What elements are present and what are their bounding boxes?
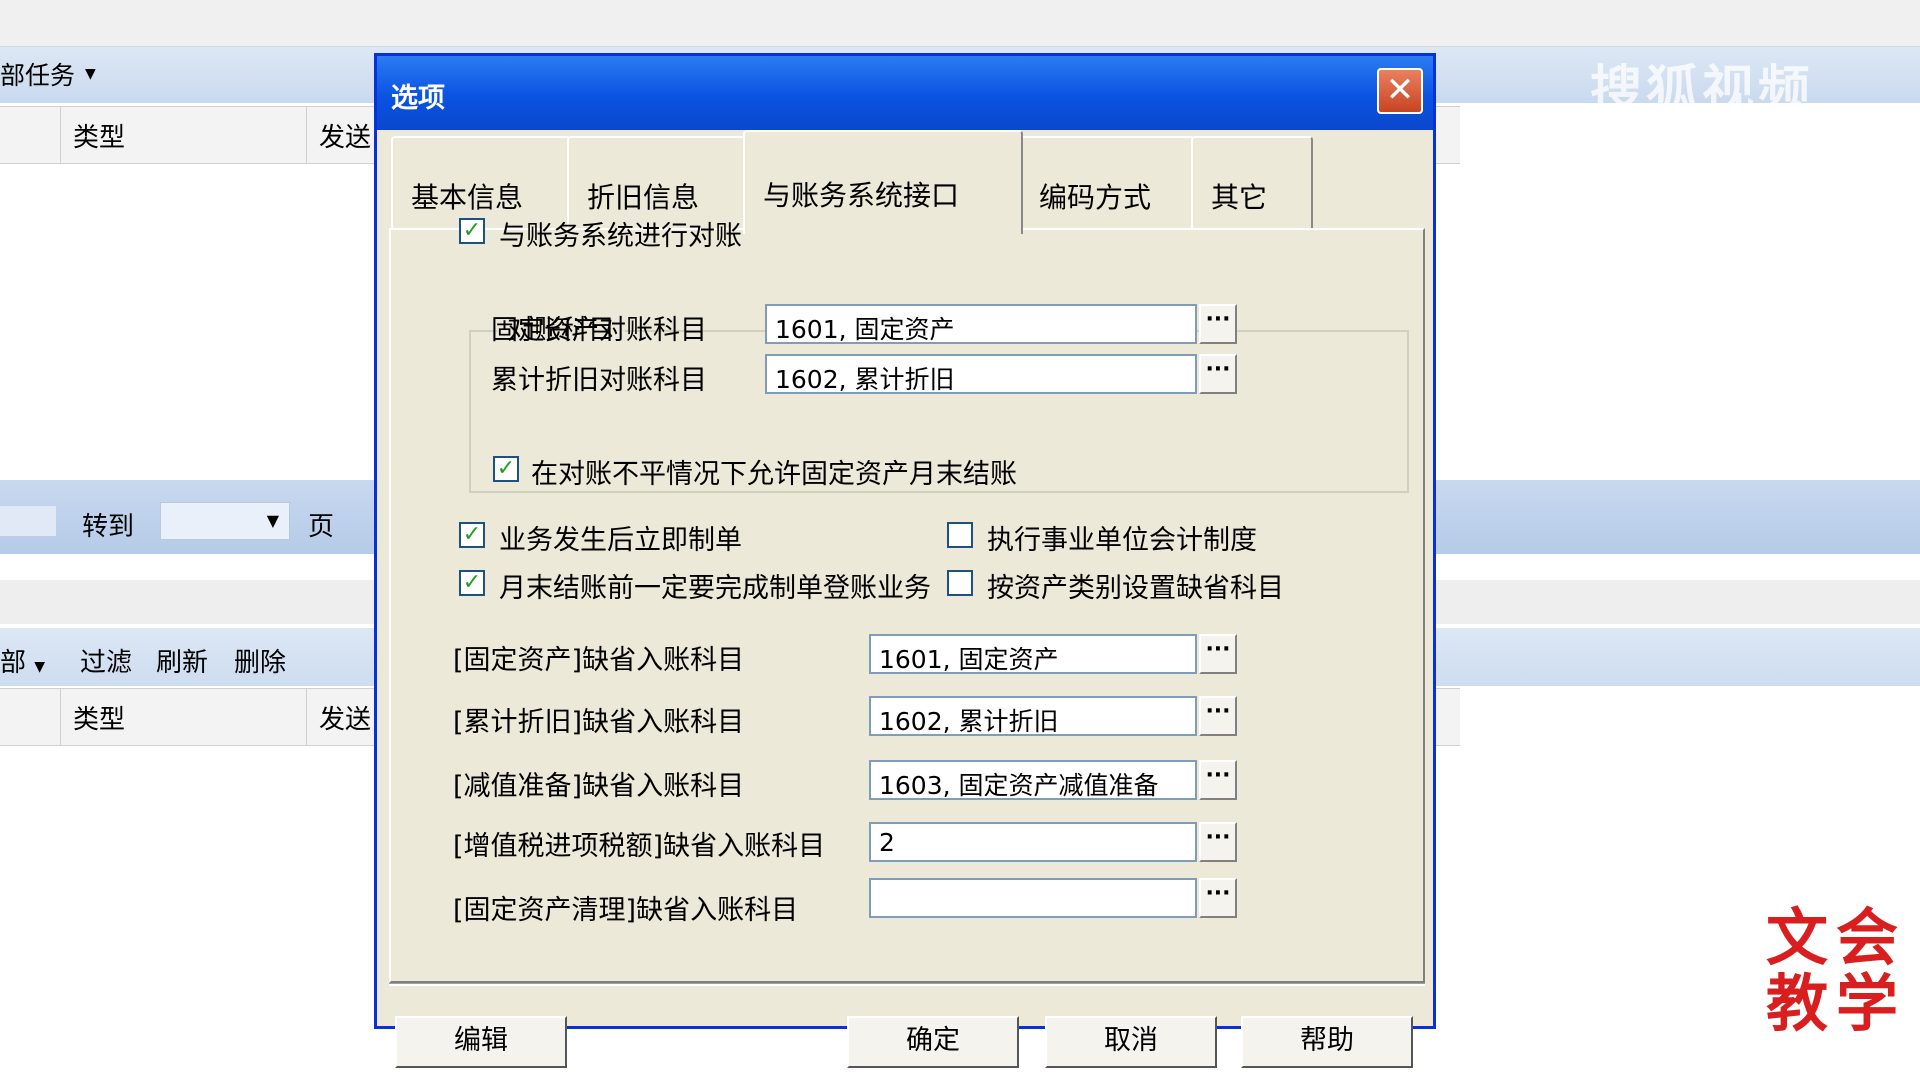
by-category-label: 按资产类别设置缺省科目 — [987, 573, 1284, 604]
month-end-label: 月末结账前一定要完成制单登账业务 — [499, 573, 931, 604]
default-impairment-field[interactable]: 1603, 固定资产减值准备 — [869, 760, 1197, 800]
reconcile-checkbox[interactable]: ✓ — [459, 218, 485, 244]
tab-other[interactable]: 其它 — [1191, 136, 1313, 228]
default-depreciation-field[interactable]: 1602, 累计折旧 — [869, 696, 1197, 736]
default-disposal-field[interactable] — [869, 878, 1197, 918]
all-dropdown[interactable]: 部 ▼ — [0, 642, 45, 679]
goto-label: 转到 — [82, 512, 135, 542]
immediate-voucher-checkbox[interactable]: ✓ — [459, 522, 485, 548]
close-button[interactable]: ✕ — [1377, 68, 1423, 114]
default-impairment-browse-button[interactable]: ··· — [1199, 760, 1237, 800]
delete-button[interactable]: 删除 — [234, 642, 286, 679]
task-dropdown[interactable]: 部任务 ▼ — [0, 56, 96, 92]
help-button[interactable]: 帮助 — [1241, 1016, 1413, 1068]
page-label: 页 — [308, 512, 335, 542]
allow-close-checkbox[interactable]: ✓ — [493, 456, 519, 482]
public-institution-checkbox[interactable] — [947, 522, 973, 548]
close-icon: ✕ — [1385, 70, 1415, 110]
allow-close-label: 在对账不平情况下允许固定资产月末结账 — [531, 459, 1017, 490]
page-select[interactable]: ▼ — [160, 502, 290, 540]
refresh-button[interactable]: 刷新 — [156, 642, 208, 679]
fixed-asset-subject-browse-button[interactable]: ··· — [1199, 304, 1237, 344]
options-dialog: 选项 ✕ 基本信息 折旧信息 与账务系统接口 编码方式 其它 ✓ 与账务系统进行… — [374, 53, 1436, 1068]
default-disposal-label: [固定资产清理]缺省入账科目 — [453, 895, 799, 926]
depreciation-subject-field[interactable]: 1602, 累计折旧 — [765, 354, 1197, 394]
immediate-voucher-label: 业务发生后立即制单 — [499, 525, 742, 556]
watermark: 搜狐视频 — [1590, 61, 1815, 121]
column-header-type[interactable]: 类型 — [60, 107, 306, 163]
chevron-down-icon: ▼ — [85, 66, 96, 82]
column-header-type[interactable]: 类型 — [60, 689, 306, 745]
default-vat-input-browse-button[interactable]: ··· — [1199, 822, 1237, 862]
app-top-bar — [0, 0, 1920, 47]
default-fixed-asset-label: [固定资产]缺省入账科目 — [453, 645, 745, 676]
task-dropdown-label: 部任务 — [0, 61, 76, 90]
logo-char: 教 — [1765, 967, 1828, 1040]
month-end-checkbox[interactable]: ✓ — [459, 570, 485, 596]
chevron-down-icon: ▼ — [266, 511, 279, 530]
button-separator — [389, 983, 1425, 986]
fixed-asset-subject-field[interactable]: 1601, 固定资产 — [765, 304, 1197, 344]
tab-coding-method[interactable]: 编码方式 — [1019, 136, 1195, 228]
logo-char: 会 — [1835, 901, 1898, 974]
default-disposal-browse-button[interactable]: ··· — [1199, 878, 1237, 918]
chevron-down-icon: ▼ — [34, 659, 46, 675]
default-depreciation-label: [累计折旧]缺省入账科目 — [453, 707, 745, 738]
default-vat-input-label: [增值税进项税额]缺省入账科目 — [453, 831, 826, 862]
default-vat-input-field[interactable]: 2 — [869, 822, 1197, 862]
dialog-titlebar[interactable]: 选项 ✕ — [377, 56, 1433, 130]
logo-char: 文 — [1765, 901, 1828, 974]
depreciation-subject-browse-button[interactable]: ··· — [1199, 354, 1237, 394]
brand-logo: 文 会 教 学 — [1762, 905, 1902, 1037]
cancel-button[interactable]: 取消 — [1045, 1016, 1217, 1068]
reconcile-label: 与账务系统进行对账 — [499, 221, 742, 252]
default-depreciation-browse-button[interactable]: ··· — [1199, 696, 1237, 736]
filter-button[interactable]: 过滤 — [80, 642, 132, 679]
default-fixed-asset-browse-button[interactable]: ··· — [1199, 634, 1237, 674]
logo-char: 学 — [1835, 967, 1898, 1040]
edit-button[interactable]: 编辑 — [395, 1016, 567, 1068]
tab-accounting-interface[interactable]: 与账务系统接口 — [743, 130, 1023, 234]
default-fixed-asset-field[interactable]: 1601, 固定资产 — [869, 634, 1197, 674]
all-dropdown-label: 部 — [0, 648, 27, 678]
by-category-checkbox[interactable] — [947, 570, 973, 596]
pager-box — [0, 506, 56, 536]
default-impairment-label: [减值准备]缺省入账科目 — [453, 771, 745, 802]
ok-button[interactable]: 确定 — [847, 1016, 1019, 1068]
public-institution-label: 执行事业单位会计制度 — [987, 525, 1257, 556]
fixed-asset-subject-label: 固定资产对账科目 — [491, 315, 707, 346]
depreciation-subject-label: 累计折旧对账科目 — [491, 365, 707, 396]
dialog-title: 选项 — [391, 83, 445, 114]
